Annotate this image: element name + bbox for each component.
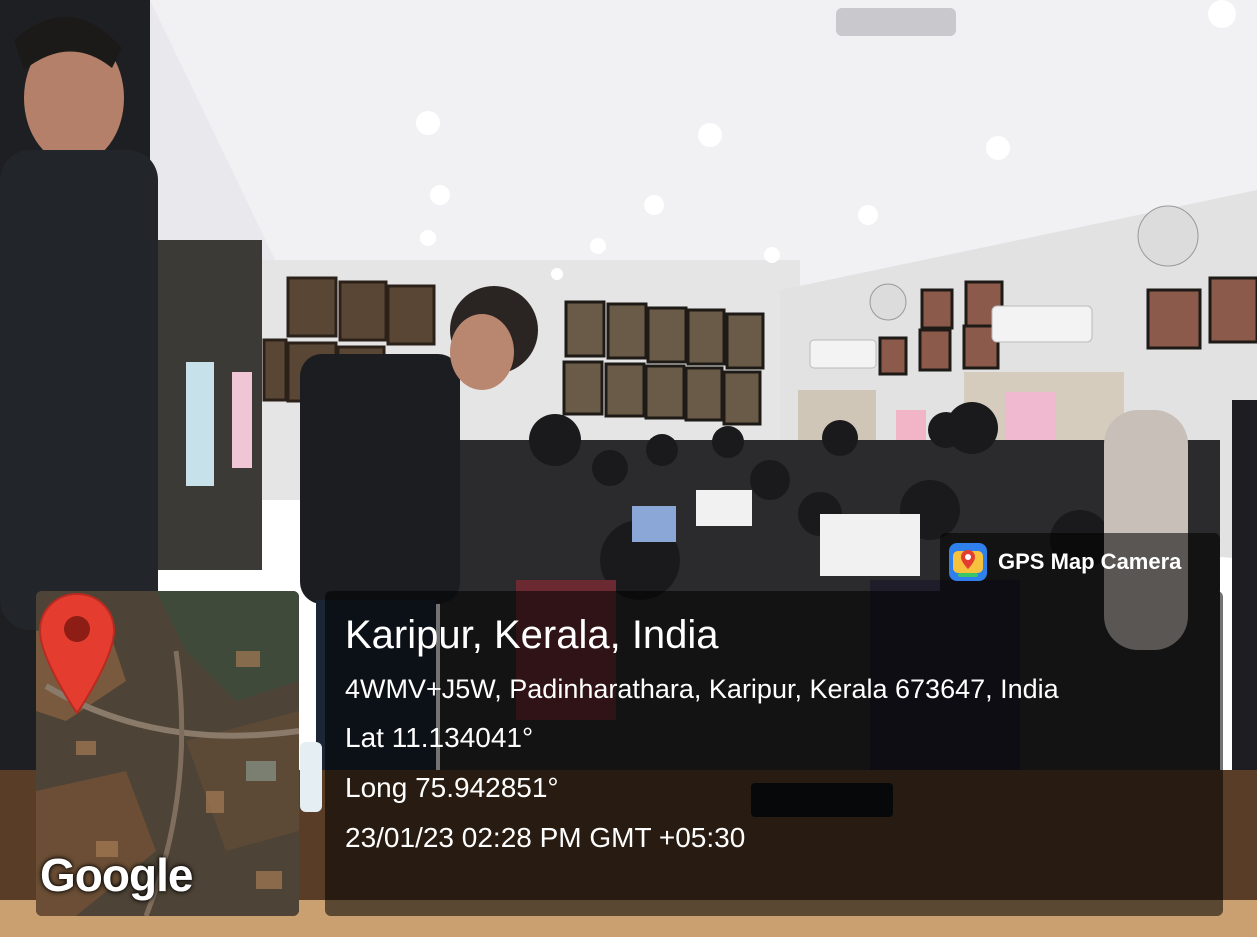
longitude-text: Long 75.942851° — [345, 772, 559, 803]
address-text: 4WMV+J5W, Padinharathara, Karipur, Keral… — [345, 674, 1059, 704]
place-title: Karipur, Kerala, India — [345, 613, 719, 657]
location-info-panel: Karipur, Kerala, India 4WMV+J5W, Padinha… — [325, 591, 1223, 916]
map-thumbnail: Google — [36, 591, 299, 916]
latitude-text: Lat 11.134041° — [345, 722, 534, 753]
map-brand-logo: Google — [40, 849, 193, 901]
timestamp-text: 23/01/23 02:28 PM GMT +05:30 — [345, 822, 746, 853]
gps-map-camera-tag: GPS Map Camera — [940, 533, 1220, 591]
location-pin-icon — [38, 592, 116, 715]
map-pin-camera-icon — [949, 543, 987, 581]
camera-app-label: GPS Map Camera — [998, 549, 1182, 574]
